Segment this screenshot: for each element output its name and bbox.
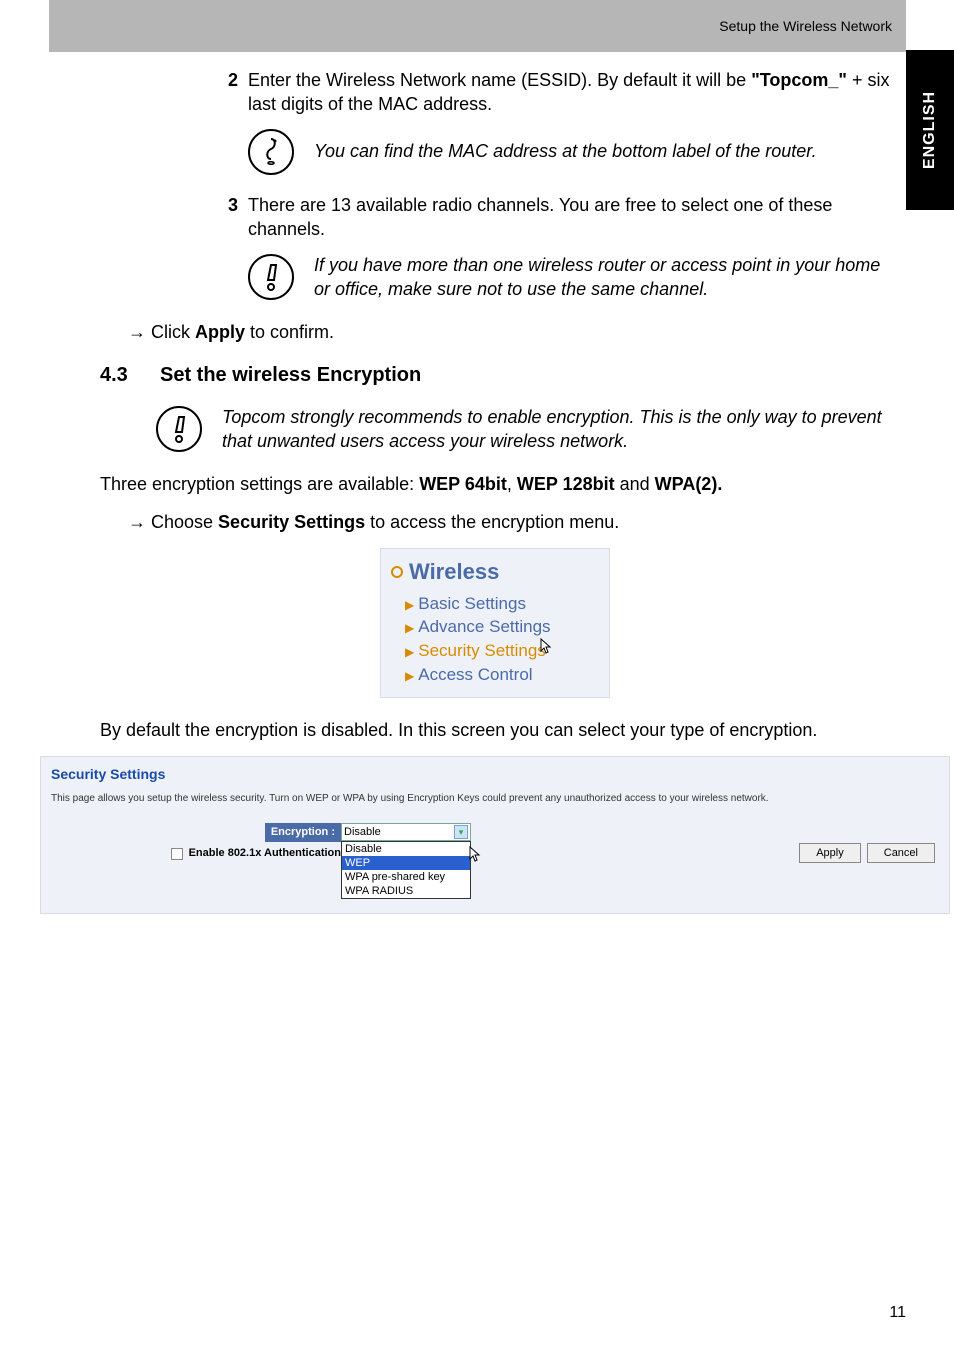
encryption-options-text: Three encryption settings are available:… bbox=[100, 472, 890, 496]
note-mac-address: You can find the MAC address at the bott… bbox=[248, 129, 890, 175]
cancel-button[interactable]: Cancel bbox=[867, 843, 935, 863]
triangle-icon: ▶ bbox=[405, 621, 414, 635]
step-number: 2 bbox=[210, 68, 238, 117]
triangle-icon: ▶ bbox=[405, 669, 414, 683]
encryption-select[interactable]: Disable ▾ bbox=[341, 823, 471, 841]
menu-item-basic[interactable]: ▶Basic Settings bbox=[405, 593, 599, 616]
note-encryption: Topcom strongly recommends to enable enc… bbox=[156, 405, 890, 454]
encryption-label: Encryption : bbox=[265, 823, 341, 842]
language-tab: ENGLISH bbox=[906, 50, 954, 210]
bullet-icon bbox=[391, 566, 403, 578]
triangle-icon: ▶ bbox=[405, 598, 414, 612]
encryption-dropdown: Disable WEP WPA pre-shared key WPA RADIU… bbox=[341, 841, 471, 899]
security-form-row: Encryption : Enable 802.1x Authenticatio… bbox=[51, 823, 939, 899]
cursor-icon bbox=[467, 845, 483, 870]
button-group: Apply Cancel bbox=[799, 823, 939, 863]
note-text: If you have more than one wireless route… bbox=[314, 253, 890, 302]
step-3: 3 There are 13 available radio channels.… bbox=[210, 193, 890, 242]
triangle-icon: ▶ bbox=[405, 645, 414, 659]
wireless-menu-title: Wireless bbox=[391, 557, 599, 587]
warning-icon bbox=[248, 254, 294, 300]
note-text: Topcom strongly recommends to enable enc… bbox=[222, 405, 890, 454]
security-title: Security Settings bbox=[51, 765, 939, 784]
page-header: Setup the Wireless Network bbox=[49, 0, 906, 52]
option-disable[interactable]: Disable bbox=[342, 842, 470, 856]
warning-icon bbox=[156, 406, 202, 452]
encryption-select-group: Disable ▾ Disable WEP WPA pre-shared key… bbox=[341, 823, 471, 899]
step-body: Enter the Wireless Network name (ESSID).… bbox=[248, 68, 890, 117]
auth-row: Enable 802.1x Authentication bbox=[51, 842, 341, 861]
step-2: 2 Enter the Wireless Network name (ESSID… bbox=[210, 68, 890, 117]
page-content: 2 Enter the Wireless Network name (ESSID… bbox=[100, 68, 890, 914]
note-text: You can find the MAC address at the bott… bbox=[314, 139, 890, 163]
header-text: Setup the Wireless Network bbox=[719, 18, 892, 34]
apply-button[interactable]: Apply bbox=[799, 843, 861, 863]
security-labels: Encryption : Enable 802.1x Authenticatio… bbox=[51, 823, 341, 861]
security-settings-figure: Security Settings This page allows you s… bbox=[40, 756, 950, 914]
note-channel: If you have more than one wireless route… bbox=[248, 253, 890, 302]
language-label: ENGLISH bbox=[921, 91, 939, 169]
option-wpa-psk[interactable]: WPA pre-shared key bbox=[342, 870, 470, 884]
default-encryption-text: By default the encryption is disabled. I… bbox=[100, 718, 890, 742]
dropdown-arrow-icon: ▾ bbox=[454, 825, 468, 839]
option-wpa-radius[interactable]: WPA RADIUS bbox=[342, 884, 470, 898]
auth-checkbox[interactable] bbox=[171, 848, 183, 860]
apply-instruction: → Click Apply to confirm. bbox=[128, 320, 890, 344]
menu-item-advance[interactable]: ▶Advance Settings bbox=[405, 616, 599, 639]
info-icon bbox=[248, 129, 294, 175]
auth-label: Enable 802.1x Authentication bbox=[189, 846, 341, 861]
wireless-menu-figure: Wireless ▶Basic Settings ▶Advance Settin… bbox=[380, 548, 610, 697]
menu-item-access[interactable]: ▶Access Control bbox=[405, 664, 599, 687]
section-heading: 4.3 Set the wireless Encryption bbox=[100, 362, 890, 389]
choose-instruction: → Choose Security Settings to access the… bbox=[128, 510, 890, 534]
section-title: Set the wireless Encryption bbox=[160, 362, 421, 389]
security-description: This page allows you setup the wireless … bbox=[51, 792, 939, 806]
menu-item-security[interactable]: ▶Security Settings bbox=[405, 639, 599, 664]
step-body: There are 13 available radio channels. Y… bbox=[248, 193, 890, 242]
section-number: 4.3 bbox=[100, 362, 160, 389]
page-number: 11 bbox=[889, 1304, 906, 1322]
cursor-icon bbox=[538, 637, 554, 664]
step-number: 3 bbox=[210, 193, 238, 242]
option-wep[interactable]: WEP bbox=[342, 856, 470, 870]
